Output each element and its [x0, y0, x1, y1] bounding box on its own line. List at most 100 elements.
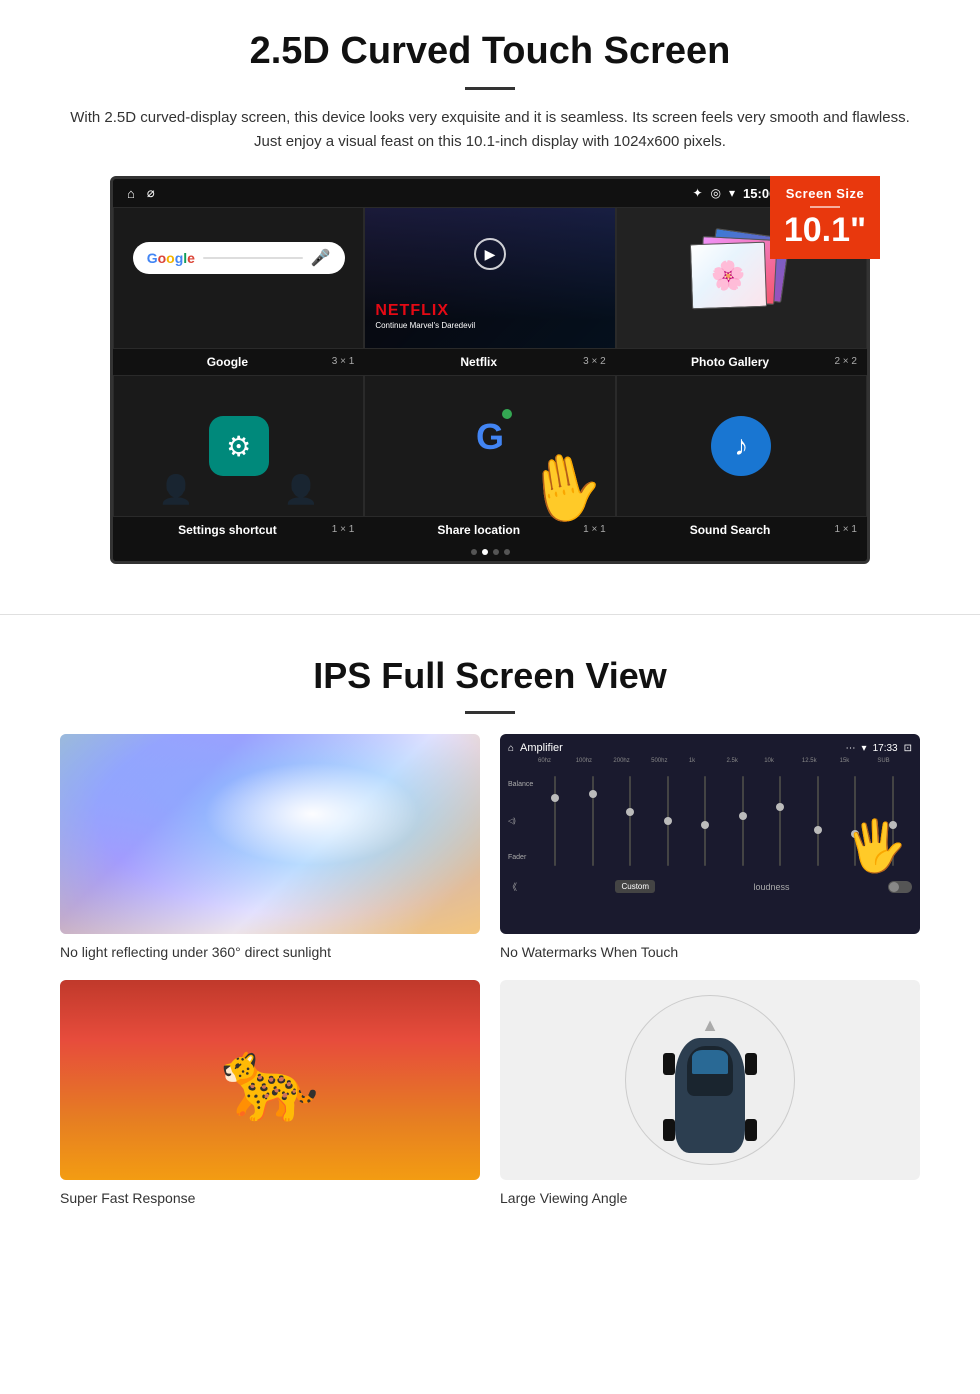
- app-labels-row1: Google 3 × 1 Netflix 3 × 2 Photo Gallery…: [113, 349, 867, 375]
- toggle-switch[interactable]: [888, 881, 912, 893]
- app-label-gallery: Photo Gallery 2 × 2: [616, 349, 867, 375]
- google-cell-inner: Google 🎤: [114, 208, 363, 348]
- amplifier-image: ⌂ Amplifier ⋯ ▾ 17:33 ⊡ 60hz 100hz 200hz…: [500, 734, 920, 934]
- sunlight-bg: [60, 734, 480, 934]
- amp-header: ⌂ Amplifier ⋯ ▾ 17:33 ⊡: [508, 742, 912, 754]
- gallery-app-name: Photo Gallery: [691, 355, 769, 369]
- pointing-hand-icon: 🤚: [518, 444, 611, 533]
- freq-label: 200hz: [613, 758, 648, 764]
- hand-eq-icon: 🖐: [842, 814, 909, 878]
- section-divider: [0, 614, 980, 615]
- app-cell-sound[interactable]: ♪: [616, 375, 867, 517]
- feature-grid: No light reflecting under 360° direct su…: [60, 734, 920, 1206]
- eq-thumb-2: [589, 790, 597, 798]
- app-grid-row2: ⚙ 👤 👤 G: [113, 375, 867, 517]
- wheel-fl: [663, 1053, 675, 1075]
- music-note-icon: ♪: [734, 430, 748, 462]
- amp-dots: ⋯: [846, 743, 856, 754]
- netflix-subtitle: Continue Marvel's Daredevil: [375, 321, 475, 330]
- car-bg: ▲: [500, 980, 920, 1180]
- screen-size-badge: Screen Size 10.1": [770, 176, 880, 259]
- wheel-br: [745, 1119, 757, 1141]
- app-label-sound: Sound Search 1 × 1: [616, 517, 867, 543]
- loudness-toggle[interactable]: [888, 881, 912, 893]
- settings-icon-wrap: ⚙: [209, 416, 269, 476]
- wheel-fr: [745, 1053, 757, 1075]
- fader-label: Fader: [508, 854, 532, 861]
- eq-sliders: 🖐: [536, 766, 912, 876]
- cheetah-caption: Super Fast Response: [60, 1190, 480, 1206]
- dot-4: [504, 549, 510, 555]
- settings-app-size: 1 × 1: [332, 524, 355, 535]
- freq-label: 100hz: [576, 758, 611, 764]
- share-cell-inner: G 🤚: [365, 376, 614, 516]
- freq-label: SUB: [877, 758, 912, 764]
- eq-thumb-1: [551, 794, 559, 802]
- app-label-netflix: Netflix 3 × 2: [364, 349, 615, 375]
- badge-size: 10.1": [784, 211, 866, 249]
- car-windshield: [692, 1050, 728, 1074]
- android-screen: ⌂ ⌀ ✦ ◎ ▾ 15:06 ⊡ ◁) ⊠ ▭: [110, 176, 870, 564]
- custom-button[interactable]: Custom: [615, 880, 655, 893]
- freq-label: 500hz: [651, 758, 686, 764]
- freq-label: 1k: [689, 758, 724, 764]
- play-button-icon[interactable]: ▶: [474, 238, 506, 270]
- feature-cheetah: 🐆 Super Fast Response: [60, 980, 480, 1206]
- shadow-icon-1: 👤: [159, 473, 194, 506]
- google-logo: Google: [147, 250, 195, 266]
- status-left: ⌂ ⌀: [127, 185, 155, 201]
- section1-description: With 2.5D curved-display screen, this de…: [60, 106, 920, 154]
- flower-icon: 🌸: [711, 258, 747, 292]
- sound-app-name: Sound Search: [690, 523, 771, 537]
- badge-divider: [810, 206, 840, 208]
- loudness-label: loudness: [753, 882, 789, 892]
- app-labels-row2: Settings shortcut 1 × 1 Share location 1…: [113, 517, 867, 543]
- badge-label: Screen Size: [778, 186, 872, 201]
- freq-label: 2.5k: [727, 758, 762, 764]
- amp-wifi: ▾: [862, 743, 867, 754]
- cheetah-icon: 🐆: [220, 1033, 320, 1127]
- google-search-bar[interactable]: Google 🎤: [133, 242, 345, 274]
- gallery-app-size: 2 × 2: [834, 356, 857, 367]
- section-ips-screen: IPS Full Screen View No light reflecting…: [0, 645, 980, 1236]
- feature-sunlight: No light reflecting under 360° direct su…: [60, 734, 480, 960]
- car-body-top: [675, 1038, 745, 1153]
- amplifier-bg: ⌂ Amplifier ⋯ ▾ 17:33 ⊡ 60hz 100hz 200hz…: [500, 734, 920, 934]
- gallery-image-3: 🌸: [690, 242, 767, 310]
- eq-thumb-5: [701, 821, 709, 829]
- netflix-cell-inner: ▶ NETFLIX Continue Marvel's Daredevil: [365, 208, 614, 348]
- app-cell-google[interactable]: Google 🎤: [113, 207, 364, 349]
- screen-dots: [113, 543, 867, 561]
- sunlight-caption: No light reflecting under 360° direct su…: [60, 944, 480, 960]
- car-caption: Large Viewing Angle: [500, 1190, 920, 1206]
- app-cell-settings[interactable]: ⚙ 👤 👤: [113, 375, 364, 517]
- dot-3: [493, 549, 499, 555]
- settings-app-name: Settings shortcut: [178, 523, 277, 537]
- amp-title: Amplifier: [520, 742, 563, 754]
- sunlight-image: [60, 734, 480, 934]
- amplifier-caption: No Watermarks When Touch: [500, 944, 920, 960]
- app-cell-netflix[interactable]: ▶ NETFLIX Continue Marvel's Daredevil: [364, 207, 615, 349]
- freq-label: 60hz: [538, 758, 573, 764]
- eq-thumb-7: [776, 803, 784, 811]
- google-app-size: 3 × 1: [332, 356, 355, 367]
- maps-icon: G: [476, 414, 504, 459]
- shadow-icon-2: 👤: [284, 473, 319, 506]
- mic-icon: 🎤: [311, 248, 331, 268]
- search-text-area: [203, 257, 303, 259]
- usb-icon: ⌀: [147, 185, 155, 201]
- app-cell-share[interactable]: G 🤚: [364, 375, 615, 517]
- cheetah-bg: 🐆: [60, 980, 480, 1180]
- freq-label: 10k: [764, 758, 799, 764]
- wheel-bl: [663, 1119, 675, 1141]
- eq-thumb-6: [739, 812, 747, 820]
- netflix-logo: NETFLIX: [375, 302, 449, 320]
- home-icon-amp: ⌂: [508, 743, 514, 754]
- app-label-google: Google 3 × 1: [113, 349, 364, 375]
- app-label-settings: Settings shortcut 1 × 1: [113, 517, 364, 543]
- section1-title: 2.5D Curved Touch Screen: [60, 30, 920, 73]
- bluetooth-icon: ✦: [692, 186, 702, 200]
- amp-back-icon: 《: [508, 880, 517, 893]
- freq-label: 12.5k: [802, 758, 837, 764]
- car-roof: [687, 1046, 733, 1096]
